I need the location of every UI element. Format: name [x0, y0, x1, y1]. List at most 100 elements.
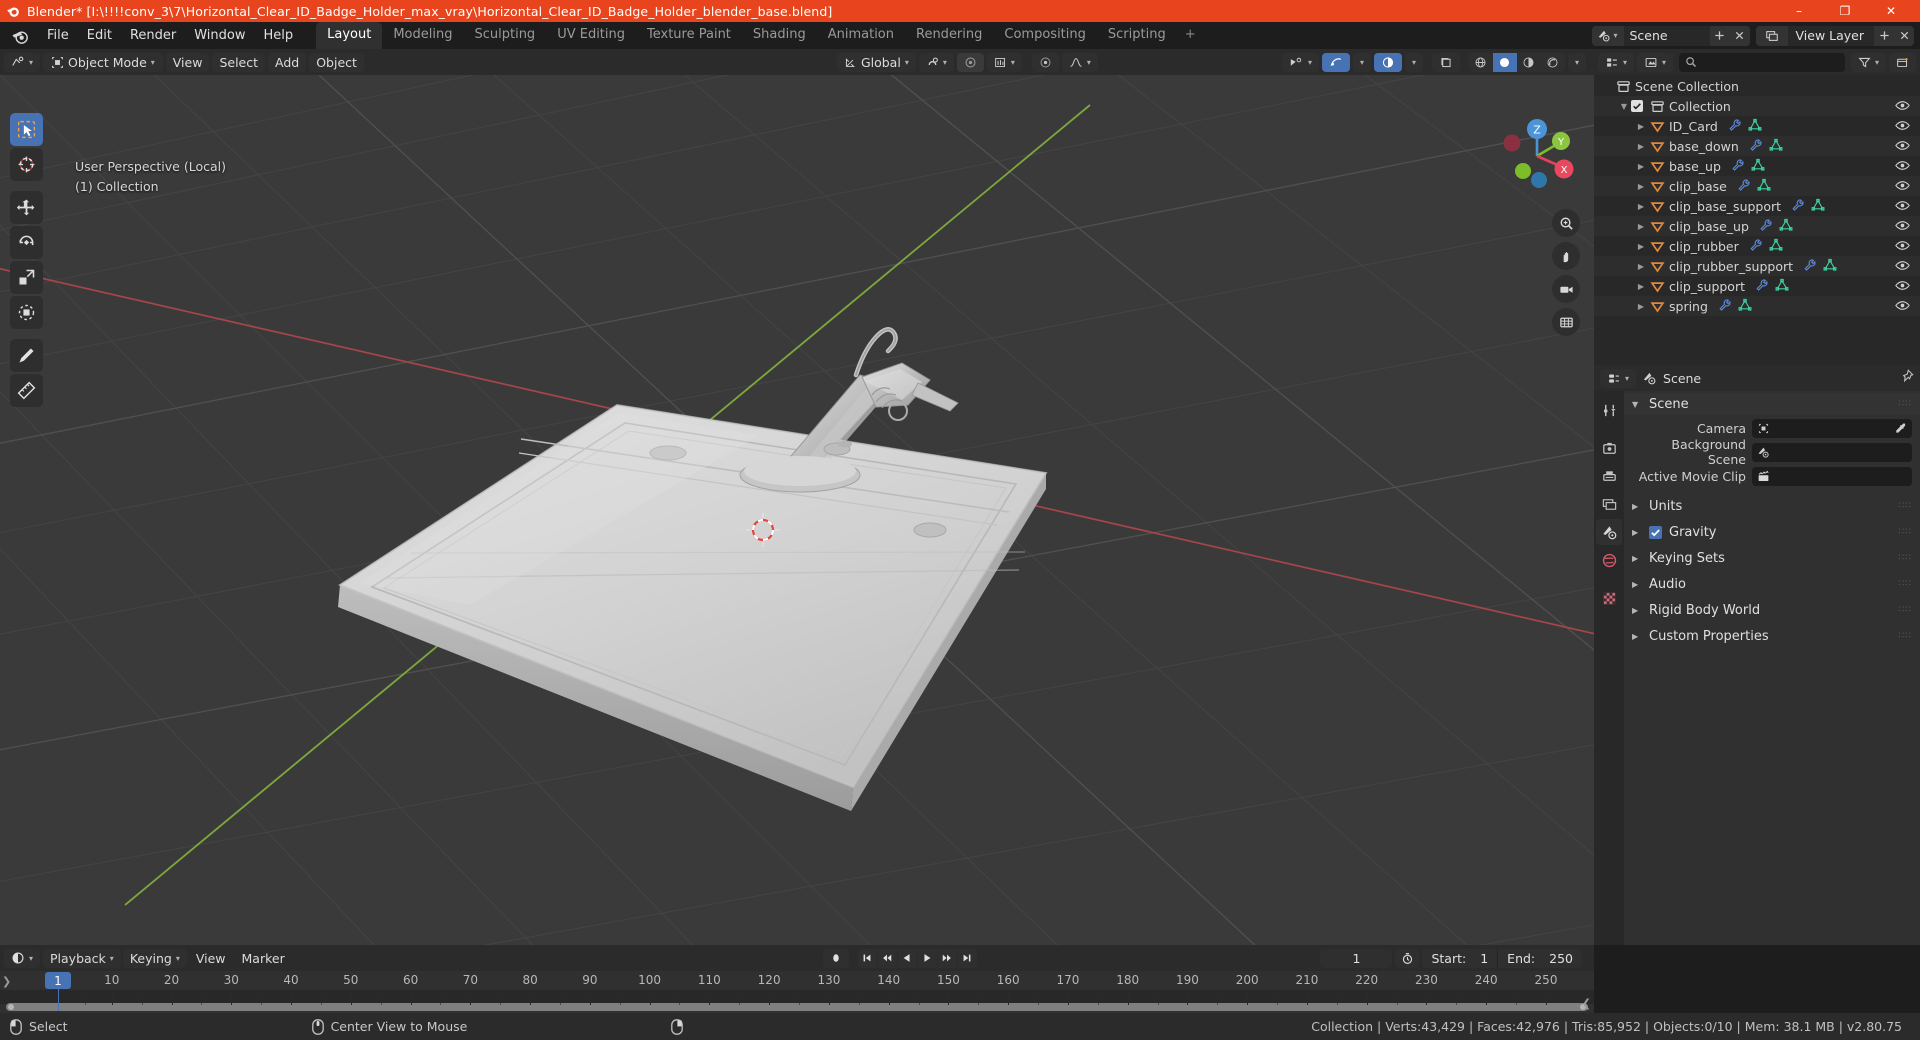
workspace-tab-shading[interactable]: Shading: [742, 22, 817, 49]
frame-range-controls[interactable]: Start: 1 End: 250: [1422, 948, 1582, 968]
shading-solid[interactable]: [1492, 52, 1517, 72]
start-frame-field[interactable]: Start: 1: [1422, 949, 1497, 968]
mesh-data-icon[interactable]: [1823, 258, 1837, 275]
viewport-menu-view[interactable]: View: [165, 52, 210, 72]
measure-tool[interactable]: [10, 374, 43, 407]
pin-icon[interactable]: [1900, 369, 1914, 387]
visibility-eye-icon[interactable]: [1895, 99, 1910, 115]
scene-panel-header[interactable]: ▼ Scene ∷∷: [1624, 393, 1920, 415]
record-icon[interactable]: [822, 948, 849, 968]
view-layer-properties-tab[interactable]: [1596, 491, 1622, 517]
3d-viewport[interactable]: ▾ Object Mode ▾ View Select Add Object Glob…: [0, 49, 1594, 945]
visibility-eye-icon[interactable]: [1895, 199, 1910, 215]
workspace-tab-sculpting[interactable]: Sculpting: [463, 22, 546, 49]
modifier-icon[interactable]: [1791, 198, 1805, 215]
outliner-row-clip_base_support[interactable]: ▶ clip_base_support: [1594, 196, 1920, 216]
menu-edit[interactable]: Edit: [78, 25, 121, 46]
visibility-eye-icon[interactable]: [1895, 239, 1910, 255]
mesh-data-icon[interactable]: [1748, 118, 1762, 135]
timeline-horizontal-scrollbar[interactable]: [6, 1003, 1588, 1011]
play-icon[interactable]: [917, 948, 937, 968]
jump-to-end-icon[interactable]: [957, 948, 977, 968]
property-section-rigid-body-world[interactable]: ▶ Rigid Body World ∷∷: [1624, 597, 1920, 623]
jump-to-start-icon[interactable]: [857, 948, 877, 968]
maximize-button[interactable]: ❐: [1822, 0, 1868, 22]
zoom-view-icon[interactable]: [1552, 209, 1580, 237]
timeline-menu-view[interactable]: View: [189, 949, 233, 968]
scale-tool[interactable]: [10, 261, 43, 294]
modifier-icon[interactable]: [1731, 158, 1745, 175]
rotate-tool[interactable]: [10, 226, 43, 259]
chevron-right-icon[interactable]: ▶: [1634, 262, 1648, 271]
menu-render[interactable]: Render: [121, 25, 185, 46]
outliner-row-spring[interactable]: ▶ spring: [1594, 296, 1920, 316]
tool-properties-tab[interactable]: [1596, 397, 1622, 423]
chevron-right-icon[interactable]: ▶: [1634, 202, 1648, 211]
shading-material-preview[interactable]: [1517, 53, 1541, 72]
browse-scene-icon[interactable]: ▾: [1591, 25, 1624, 46]
next-keyframe-icon[interactable]: [937, 948, 957, 968]
playhead-handle[interactable]: 1: [45, 972, 71, 989]
chevron-right-icon[interactable]: ▶: [1634, 222, 1648, 231]
chevron-right-icon[interactable]: ▶: [1634, 242, 1648, 251]
mesh-data-icon[interactable]: [1738, 298, 1752, 315]
outliner-row-clip_support[interactable]: ▶ clip_support: [1594, 276, 1920, 296]
panel-drag-grip[interactable]: ∷∷: [1899, 527, 1912, 536]
modifier-icon[interactable]: [1759, 218, 1773, 235]
viewport-canvas[interactable]: User Perspective (Local) (1) Collection: [0, 75, 1594, 945]
scene-properties-tab[interactable]: [1596, 519, 1622, 545]
outliner-row-base_up[interactable]: ▶ base_up: [1594, 156, 1920, 176]
snap-during-transform-toggle[interactable]: [1031, 52, 1059, 72]
remove-viewlayer-icon[interactable]: [1894, 25, 1914, 46]
annotate-tool[interactable]: [10, 339, 43, 372]
shading-rendered[interactable]: [1541, 53, 1565, 72]
new-scene-icon[interactable]: [1709, 25, 1730, 46]
move-view-icon[interactable]: [1552, 242, 1580, 270]
property-section-audio[interactable]: ▶ Audio ∷∷: [1624, 571, 1920, 597]
modifier-icon[interactable]: [1749, 238, 1763, 255]
viewport-menu-add[interactable]: Add: [268, 52, 307, 72]
viewport-menu-object[interactable]: Object: [309, 52, 364, 72]
mesh-data-icon[interactable]: [1769, 238, 1783, 255]
workspace-tab-modeling[interactable]: Modeling: [382, 22, 463, 49]
panel-drag-grip[interactable]: ∷∷: [1899, 501, 1912, 510]
visibility-eye-icon[interactable]: [1895, 219, 1910, 235]
toggle-camera-view[interactable]: [1431, 52, 1460, 72]
minimize-button[interactable]: –: [1776, 0, 1822, 22]
close-button[interactable]: ✕: [1868, 0, 1914, 22]
visibility-eye-icon[interactable]: [1895, 279, 1910, 295]
timeline-menu-keying[interactable]: Keying ▾: [122, 948, 187, 968]
chevron-right-icon[interactable]: ▶: [1634, 162, 1648, 171]
outliner-row-base_down[interactable]: ▶ base_down: [1594, 136, 1920, 156]
scrollbar-left-handle[interactable]: [8, 1004, 14, 1010]
cursor-tool[interactable]: [10, 148, 43, 181]
timeline-editor[interactable]: ▾ Playback ▾ Keying ▾ View Marker 1 Star…: [0, 945, 1594, 1013]
properties-editor[interactable]: ▾ Scene ▼ Scene ∷∷ Camera Background Sce…: [1594, 365, 1920, 945]
outliner-editor-type-selector[interactable]: ▾: [1598, 52, 1635, 72]
navigation-gizmo[interactable]: Z Y X: [1494, 113, 1580, 199]
panel-drag-grip[interactable]: ∷∷: [1899, 579, 1912, 588]
outliner-row-clip_base[interactable]: ▶ clip_base: [1594, 176, 1920, 196]
render-properties-tab[interactable]: [1596, 435, 1622, 461]
chevron-right-icon[interactable]: ▶: [1634, 282, 1648, 291]
end-frame-field[interactable]: End: 250: [1497, 948, 1582, 968]
xray-toggle[interactable]: [1373, 52, 1402, 72]
browse-viewlayer-icon[interactable]: [1755, 25, 1788, 46]
outliner-row-clip_rubber[interactable]: ▶ clip_rubber: [1594, 236, 1920, 256]
add-workspace-button[interactable]: +: [1177, 22, 1204, 49]
show-overlays-toggle[interactable]: [1321, 52, 1350, 72]
timeline-left-expand-arrow[interactable]: ❯: [2, 975, 11, 988]
view-layer-name-field[interactable]: View Layer: [1788, 28, 1875, 43]
workspace-tab-rendering[interactable]: Rendering: [905, 22, 993, 49]
scene-selector[interactable]: ▾ Scene: [1591, 25, 1750, 46]
menu-file[interactable]: File: [38, 25, 78, 46]
section-enable-checkbox[interactable]: [1649, 525, 1662, 539]
visibility-eye-icon[interactable]: [1895, 299, 1910, 315]
chevron-right-icon[interactable]: ▶: [1634, 122, 1648, 131]
modifier-icon[interactable]: [1737, 178, 1751, 195]
transform-orientation-selector[interactable]: Global ▾: [836, 52, 916, 72]
modifier-icon[interactable]: [1728, 118, 1742, 135]
overlays-popover[interactable]: ▾: [1352, 52, 1371, 72]
camera-view-icon[interactable]: [1552, 275, 1580, 303]
outliner-row-id_card[interactable]: ▶ ID_Card: [1594, 116, 1920, 136]
